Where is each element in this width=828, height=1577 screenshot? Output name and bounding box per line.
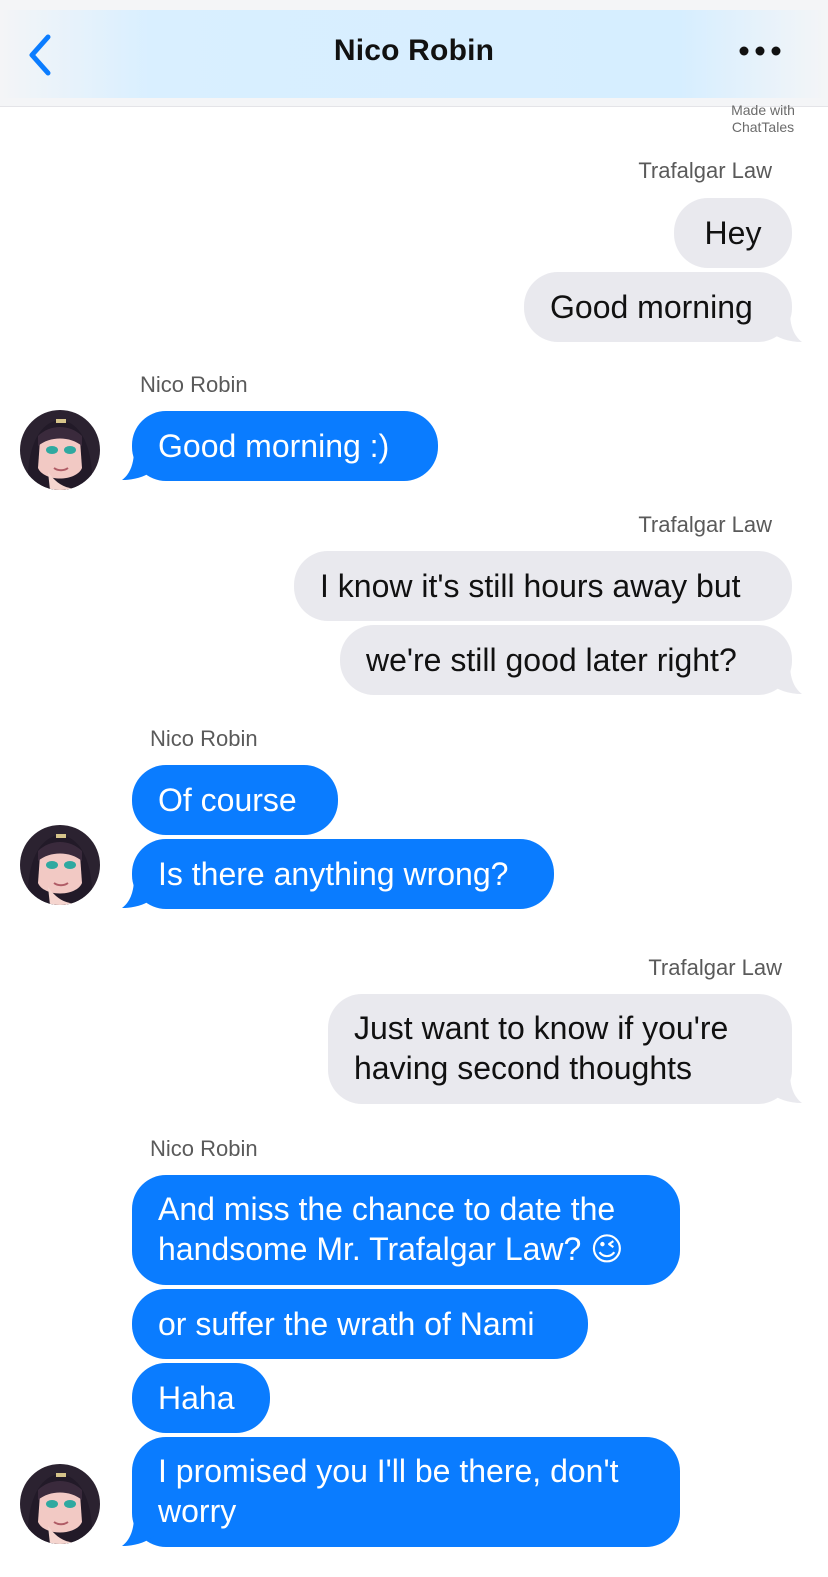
message-text: Is there anything wrong? — [158, 856, 509, 892]
message-text: I promised you I'll be there, don't worr… — [158, 1453, 619, 1529]
message-text: I know it's still hours away but — [320, 568, 741, 604]
message-bubble-incoming[interactable]: And miss the chance to date the handsome… — [132, 1175, 680, 1285]
bubble-tail — [122, 450, 154, 480]
bubble-tail — [122, 878, 154, 908]
watermark-line2: ChatTales — [731, 119, 795, 135]
message-bubble-incoming[interactable]: Good morning :) — [132, 411, 438, 481]
message-text: Of course — [158, 782, 297, 818]
sender-name: Nico Robin — [150, 1136, 258, 1161]
sender-name: Trafalgar Law — [638, 512, 772, 537]
message-bubble-incoming[interactable]: I promised you I'll be there, don't worr… — [132, 1437, 680, 1547]
message-text: Hey — [704, 215, 762, 251]
bubble-tail — [770, 312, 802, 342]
sender-name: Trafalgar Law — [648, 955, 782, 980]
ellipsis-icon — [739, 46, 781, 56]
avatar-image — [20, 825, 100, 905]
chat-header: Nico Robin — [0, 0, 828, 107]
avatar-image — [20, 410, 100, 490]
message-text: Just want to know if you're having secon… — [354, 1010, 729, 1086]
bubble-tail — [122, 1516, 154, 1546]
message-bubble-outgoing[interactable]: we're still good later right? — [340, 625, 792, 695]
avatar-image — [20, 1464, 100, 1544]
message-bubble-incoming[interactable]: Haha — [132, 1363, 270, 1433]
bubble-tail — [770, 664, 802, 694]
message-text: Haha — [158, 1380, 235, 1416]
chat-title: Nico Robin — [333, 34, 495, 67]
message-text: Good morning — [550, 289, 753, 325]
message-text: And miss the chance to date the handsome… — [158, 1191, 624, 1267]
sender-name: Nico Robin — [140, 372, 248, 397]
message-bubble-outgoing[interactable]: Good morning — [524, 272, 792, 342]
bubble-tail — [770, 1073, 802, 1103]
message-bubble-incoming[interactable]: Of course — [132, 765, 338, 835]
more-options-button[interactable] — [732, 34, 788, 68]
avatar[interactable] — [20, 1464, 100, 1544]
avatar[interactable] — [20, 410, 100, 490]
sender-name: Nico Robin — [150, 726, 258, 751]
watermark-line1: Made with — [731, 102, 795, 118]
message-text: Good morning :) — [158, 428, 390, 464]
message-bubble-outgoing[interactable]: I know it's still hours away but — [294, 551, 792, 621]
watermark: Made with ChatTales — [708, 102, 818, 136]
sender-name: Trafalgar Law — [638, 158, 772, 183]
message-bubble-incoming[interactable]: or suffer the wrath of Nami — [132, 1289, 588, 1359]
message-text: or suffer the wrath of Nami — [158, 1306, 535, 1342]
avatar[interactable] — [20, 825, 100, 905]
message-text: we're still good later right? — [366, 642, 737, 678]
message-bubble-outgoing[interactable]: Just want to know if you're having secon… — [328, 994, 792, 1104]
message-bubble-incoming[interactable]: Is there anything wrong? — [132, 839, 554, 909]
message-bubble-outgoing[interactable]: Hey — [674, 198, 792, 268]
